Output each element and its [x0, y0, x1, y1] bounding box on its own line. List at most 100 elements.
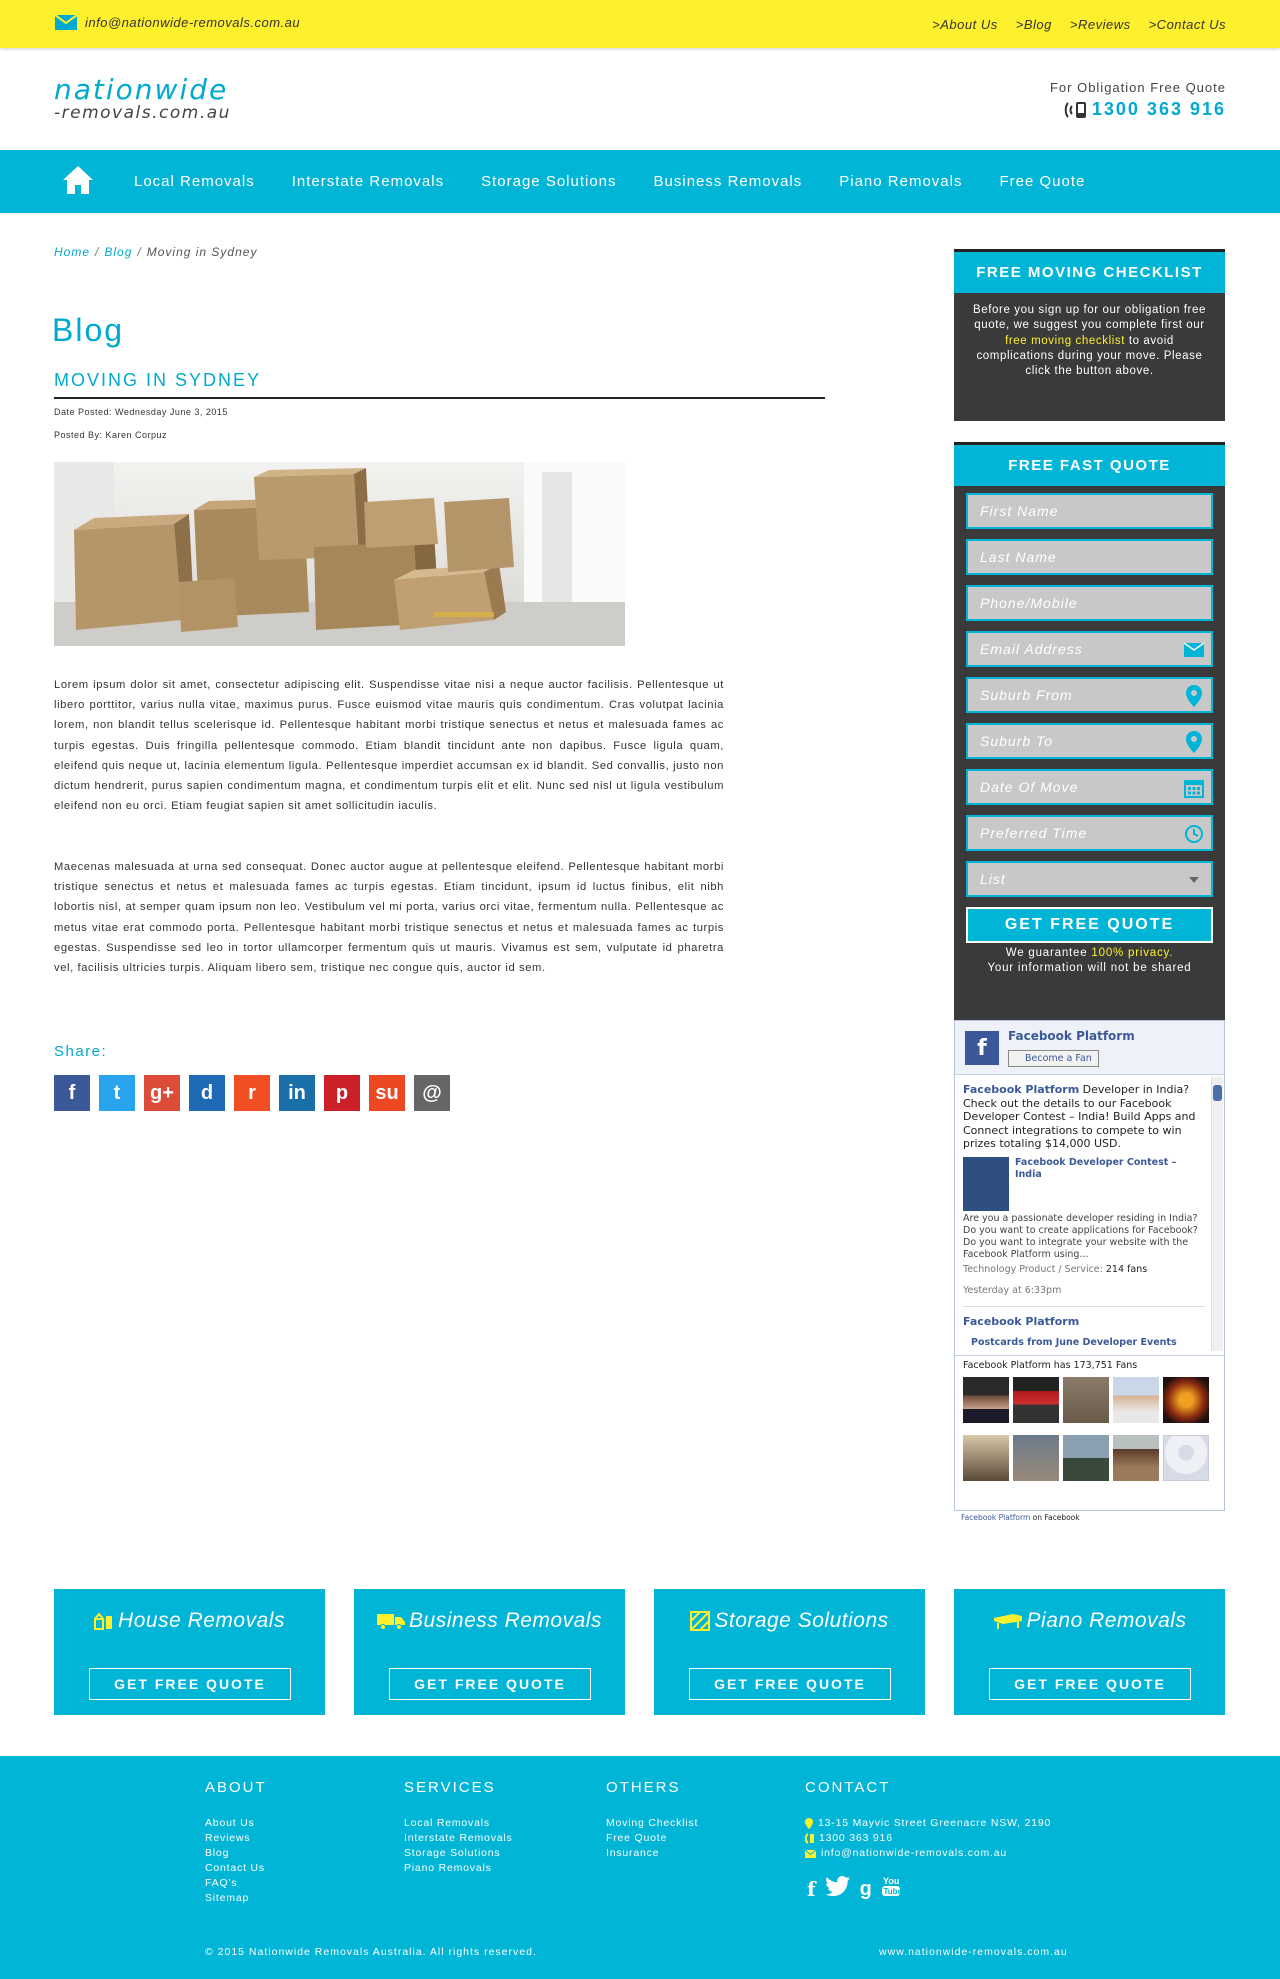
- nav-interstate-removals[interactable]: Interstate Removals: [292, 173, 444, 190]
- fan-avatar[interactable]: [1163, 1377, 1209, 1423]
- share-google-plus-icon[interactable]: g+: [144, 1075, 180, 1111]
- nav-piano-removals[interactable]: Piano Removals: [839, 173, 962, 190]
- share-linkedin-icon[interactable]: in: [279, 1075, 315, 1111]
- fb-footer-link[interactable]: Facebook Platform: [961, 1513, 1030, 1522]
- get-free-quote-button[interactable]: GET FREE QUOTE: [966, 907, 1213, 943]
- footer-link-insurance[interactable]: Insurance: [606, 1846, 698, 1861]
- footer-link-interstate-removals[interactable]: Interstate Removals: [404, 1831, 513, 1846]
- last-name-placeholder: Last Name: [980, 549, 1057, 565]
- header-phone-number[interactable]: 1300 363 916: [1092, 99, 1226, 120]
- breadcrumb-home[interactable]: Home: [54, 245, 90, 259]
- share-twitter-icon[interactable]: t: [99, 1075, 135, 1111]
- guarantee-text-b: Your information will not be shared: [987, 962, 1192, 974]
- share-email-icon[interactable]: @: [414, 1075, 450, 1111]
- share-reddit-icon[interactable]: r: [234, 1075, 270, 1111]
- phone-field[interactable]: Phone/Mobile: [966, 585, 1213, 621]
- share-facebook-icon[interactable]: f: [54, 1075, 90, 1111]
- checklist-link[interactable]: free moving checklist: [1005, 335, 1125, 347]
- fb-page-name[interactable]: Facebook Platform: [1008, 1029, 1135, 1043]
- date-of-move-field[interactable]: Date Of Move: [966, 769, 1213, 805]
- service-house-title: House Removals: [118, 1609, 285, 1632]
- footer-link-storage-solutions[interactable]: Storage Solutions: [404, 1846, 513, 1861]
- fan-avatar[interactable]: [963, 1435, 1009, 1481]
- list-select[interactable]: List: [966, 861, 1213, 897]
- fan-avatar[interactable]: [1013, 1377, 1059, 1423]
- footer-link-local-removals[interactable]: Local Removals: [404, 1816, 513, 1831]
- nav-free-quote[interactable]: Free Quote: [999, 173, 1085, 190]
- youtube-icon[interactable]: You Tube: [881, 1875, 902, 1903]
- header-phone[interactable]: 1300 363 916: [1050, 99, 1226, 120]
- topbar-email[interactable]: info@nationwide-removals.com.au: [55, 15, 300, 30]
- footer-link-reviews[interactable]: Reviews: [205, 1831, 267, 1846]
- toplink-blog[interactable]: >Blog: [1016, 17, 1052, 32]
- facebook-icon[interactable]: f: [807, 1877, 816, 1901]
- fan-avatar[interactable]: [1013, 1435, 1059, 1481]
- footer-link-piano-removals[interactable]: Piano Removals: [404, 1861, 513, 1876]
- site-url[interactable]: www.nationwide-removals.com.au: [879, 1946, 1068, 1958]
- fb-footer-text: on Facebook: [1030, 1513, 1080, 1522]
- twitter-icon[interactable]: [825, 1876, 850, 1902]
- footer-link-sitemap[interactable]: Sitemap: [205, 1891, 267, 1906]
- site-logo[interactable]: nationwide -removals.com.au: [54, 76, 231, 123]
- facebook-fan-box: f Facebook Platform Become a Fan Faceboo…: [954, 1020, 1225, 1522]
- service-piano-title: Piano Removals: [1026, 1609, 1187, 1632]
- suburb-from-field[interactable]: Suburb From: [966, 677, 1213, 713]
- nav-storage-solutions[interactable]: Storage Solutions: [481, 173, 616, 190]
- top-links: >About Us >Blog >Reviews >Contact Us: [932, 17, 1226, 32]
- footer-phone-text[interactable]: 1300 363 916: [819, 1831, 893, 1846]
- service-title: House Removals: [54, 1609, 325, 1633]
- footer-about-heading: ABOUT: [205, 1779, 267, 1796]
- fb-post1-author[interactable]: Facebook Platform: [963, 1083, 1079, 1096]
- fb-post2-author[interactable]: Facebook Platform: [963, 1315, 1205, 1329]
- google-plus-icon[interactable]: g: [860, 1878, 872, 1901]
- preferred-time-field[interactable]: Preferred Time: [966, 815, 1213, 851]
- share-delicious-icon[interactable]: d: [189, 1075, 225, 1111]
- toplink-reviews[interactable]: >Reviews: [1070, 17, 1131, 32]
- phone-icon: [805, 1833, 814, 1844]
- email-field[interactable]: Email Address: [966, 631, 1213, 667]
- footer-email-text[interactable]: info@nationwide-removals.com.au: [821, 1846, 1007, 1861]
- footer-link-moving-checklist[interactable]: Moving Checklist: [606, 1816, 698, 1831]
- fan-avatar[interactable]: [1063, 1377, 1109, 1423]
- fb-post1-meta: Technology Product / Service:: [963, 1263, 1106, 1275]
- share-stumbleupon-icon[interactable]: su: [369, 1075, 405, 1111]
- service-business-quote-button[interactable]: GET FREE QUOTE: [389, 1668, 591, 1700]
- checklist-button[interactable]: FREE MOVING CHECKLIST: [954, 249, 1225, 293]
- footer-link-free-quote[interactable]: Free Quote: [606, 1831, 698, 1846]
- service-house-quote-button[interactable]: GET FREE QUOTE: [89, 1668, 291, 1700]
- fb-post1-thumbnail[interactable]: [963, 1156, 1009, 1211]
- footer-link-faqs[interactable]: FAQ's: [205, 1876, 267, 1891]
- footer-link-contact-us[interactable]: Contact Us: [205, 1861, 267, 1876]
- nav-business-removals[interactable]: Business Removals: [654, 173, 803, 190]
- footer-phone[interactable]: 1300 363 916: [805, 1831, 1051, 1846]
- fan-avatar[interactable]: [1113, 1377, 1159, 1423]
- fb-scrollbar[interactable]: [1211, 1077, 1223, 1351]
- first-name-field[interactable]: First Name: [966, 493, 1213, 529]
- share-label: Share:: [54, 1043, 108, 1060]
- share-pinterest-icon[interactable]: p: [324, 1075, 360, 1111]
- last-name-field[interactable]: Last Name: [966, 539, 1213, 575]
- toplink-about-us[interactable]: >About Us: [932, 17, 998, 32]
- truck-icon: [377, 1614, 406, 1630]
- topbar-email-text[interactable]: info@nationwide-removals.com.au: [85, 15, 300, 30]
- service-storage-quote-button[interactable]: GET FREE QUOTE: [689, 1668, 891, 1700]
- fb-post1-link-title[interactable]: Facebook Developer Contest – India: [1015, 1157, 1205, 1211]
- footer-link-blog[interactable]: Blog: [205, 1846, 267, 1861]
- fan-avatar[interactable]: [1063, 1435, 1109, 1481]
- service-piano-quote-button[interactable]: GET FREE QUOTE: [989, 1668, 1191, 1700]
- fan-avatar-default[interactable]: [1163, 1435, 1209, 1481]
- fan-avatar[interactable]: [963, 1377, 1009, 1423]
- top-bar: info@nationwide-removals.com.au >About U…: [0, 0, 1280, 48]
- breadcrumb-blog[interactable]: Blog: [104, 245, 132, 259]
- fb-become-fan-button[interactable]: Become a Fan: [1008, 1050, 1099, 1067]
- toplink-contact-us[interactable]: >Contact Us: [1149, 17, 1226, 32]
- nav-local-removals[interactable]: Local Removals: [134, 173, 255, 190]
- home-icon[interactable]: [62, 165, 94, 200]
- fan-avatar[interactable]: [1113, 1435, 1159, 1481]
- suburb-to-field[interactable]: Suburb To: [966, 723, 1213, 759]
- footer-email[interactable]: info@nationwide-removals.com.au: [805, 1846, 1051, 1861]
- mail-icon: [805, 1849, 816, 1858]
- fb-post2-link-title[interactable]: Postcards from June Developer Events: [963, 1336, 1205, 1350]
- footer-link-about-us[interactable]: About Us: [205, 1816, 267, 1831]
- service-title: Storage Solutions: [654, 1609, 925, 1633]
